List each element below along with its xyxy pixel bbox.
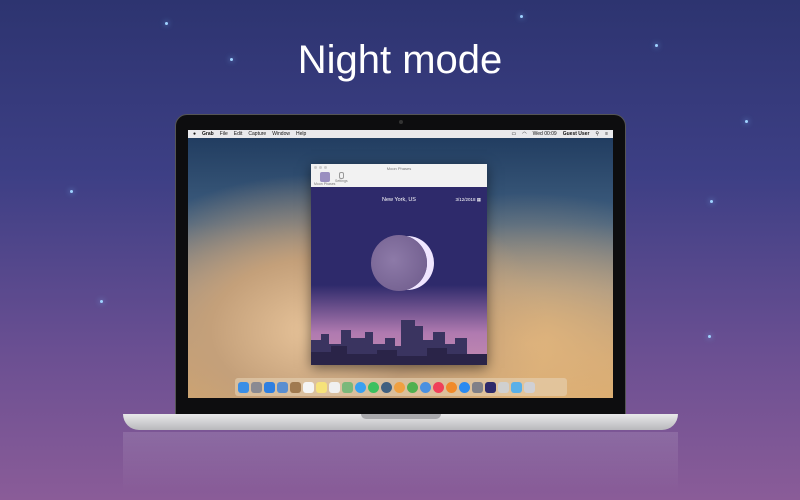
dock-notes-icon[interactable] (316, 381, 327, 393)
user-menu[interactable]: Guest User (563, 131, 590, 137)
dock-app-store-icon[interactable] (459, 381, 470, 393)
dock-numbers-icon[interactable] (407, 381, 418, 393)
menu-help[interactable]: Help (296, 131, 306, 137)
dock-photo-booth-icon[interactable] (381, 381, 392, 393)
tab-settings[interactable]: Settings (335, 172, 348, 183)
lid-notch (361, 414, 441, 419)
menu-window[interactable]: Window (272, 131, 290, 137)
menu-file[interactable]: File (220, 131, 228, 137)
dock-itunes-icon[interactable] (433, 381, 444, 393)
laptop-base (123, 414, 678, 430)
menu-edit[interactable]: Edit (234, 131, 243, 137)
notification-center-icon[interactable]: ≡ (605, 131, 608, 137)
dock-keynote-icon[interactable] (420, 381, 431, 393)
settings-icon (338, 172, 344, 179)
dock-finder-icon[interactable] (238, 381, 249, 393)
wifi-icon[interactable]: ◠ (522, 131, 526, 137)
moon-icon (319, 172, 330, 182)
menu-bar: ● Grab File Edit Capture Window Help ▭ ◠… (188, 130, 613, 138)
dock-maps-icon[interactable] (342, 381, 353, 393)
calendar-icon: ▦ (476, 197, 481, 202)
headline: Night mode (297, 38, 503, 82)
camera (399, 120, 403, 124)
dock-system-preferences-icon[interactable] (472, 381, 483, 393)
dock-trash-icon[interactable] (524, 381, 535, 393)
spotlight-icon[interactable]: ⚲ (595, 131, 599, 137)
window-title: Moon Phases (386, 166, 412, 171)
dock-pages-icon[interactable] (394, 381, 405, 393)
airplay-icon[interactable]: ▭ (512, 131, 517, 137)
dock-moon-phases-icon[interactable] (485, 381, 496, 393)
menu-capture[interactable]: Capture (248, 131, 266, 137)
desktop: ● Grab File Edit Capture Window Help ▭ ◠… (188, 130, 613, 398)
clock[interactable]: Wed 00:09 (533, 131, 557, 137)
dock-facetime-icon[interactable] (368, 381, 379, 393)
app-window: Moon Phases Moon Phases Settings New Yor… (311, 164, 487, 365)
dock-ibooks-icon[interactable] (446, 381, 457, 393)
reflection (123, 432, 678, 492)
dock-contacts-icon[interactable] (290, 381, 301, 393)
menu-app[interactable]: Grab (202, 131, 214, 137)
dock-messages-icon[interactable] (355, 381, 366, 393)
dock-reminders-icon[interactable] (329, 381, 340, 393)
tab-moon-phases[interactable]: Moon Phases (314, 172, 335, 186)
city-skyline (311, 320, 487, 365)
laptop-screen: ● Grab File Edit Capture Window Help ▭ ◠… (175, 114, 626, 416)
dock-calendar-icon[interactable] (303, 381, 314, 393)
moon-phase-image (371, 235, 427, 291)
dock-downloads-icon[interactable] (511, 381, 522, 393)
dock-launchpad-icon[interactable] (251, 381, 262, 393)
dock-preview-icon[interactable] (498, 381, 509, 393)
dock-safari-icon[interactable] (264, 381, 275, 393)
dock (235, 378, 567, 396)
date-picker[interactable]: 3/12/2018 ▦ (455, 197, 481, 203)
apple-menu-icon[interactable]: ● (193, 131, 196, 137)
dock-mail-icon[interactable] (277, 381, 288, 393)
window-toolbar: Moon Phases Moon Phases Settings (311, 164, 487, 187)
